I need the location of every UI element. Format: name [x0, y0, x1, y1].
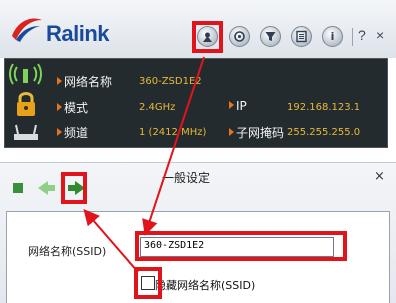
stop-icon[interactable] [13, 183, 23, 193]
general-settings-panel: 一般设定 × 网络名称(SSID) 360-ZSD1E2 隐藏网络名称(SSID… [0, 162, 396, 303]
profile-icon[interactable] [197, 26, 218, 47]
lock-icon [17, 92, 35, 116]
settings-title: 一般设定 [162, 171, 211, 185]
ssid-label: 网络名称(SSID) [28, 245, 107, 258]
connection-status-panel: 网络名称 360-ZSD1E2 模式 2.4GHz 频道 1 (2412 MHz… [4, 58, 388, 148]
network-icon[interactable] [229, 26, 250, 47]
ralink-logo-icon [12, 18, 42, 42]
subnet-mask-value: 255.255.255.0 [287, 127, 361, 138]
wifi-signal-icon [9, 63, 42, 85]
ip-value: 192.168.123.1 [287, 102, 361, 113]
channel-value: 1 (2412 MHz) [139, 127, 207, 138]
brand-name: Ralink [46, 21, 110, 46]
network-name-label: 网络名称 [57, 73, 112, 90]
help-button[interactable]: ? [358, 27, 366, 43]
about-button[interactable]: i [322, 26, 343, 47]
router-icon [14, 124, 38, 140]
back-arrow-tail [47, 185, 55, 191]
ssid-input[interactable]: 360-ZSD1E2 [140, 237, 334, 257]
status-icons [9, 63, 42, 140]
title-bar: Ralink i ? × [0, 0, 396, 58]
hide-ssid-label: 隐藏网络名称(SSID) [155, 279, 256, 292]
hide-ssid-checkbox[interactable] [141, 276, 155, 290]
ip-label: IP [229, 99, 247, 113]
subnet-mask-label: 子网掩码 [229, 124, 284, 141]
forward-arrow-icon[interactable] [75, 181, 85, 195]
network-name-value: 360-ZSD1E2 [139, 76, 202, 87]
panel-gap [0, 148, 396, 162]
filter-icon[interactable] [260, 26, 281, 47]
settings-close-button[interactable]: × [374, 169, 385, 184]
close-button[interactable]: × [376, 27, 384, 43]
list-icon[interactable] [291, 26, 312, 47]
mode-label: 模式 [57, 99, 88, 116]
toolbar-divider [352, 28, 353, 46]
channel-label: 频道 [57, 124, 88, 141]
mode-value: 2.4GHz [139, 102, 176, 113]
